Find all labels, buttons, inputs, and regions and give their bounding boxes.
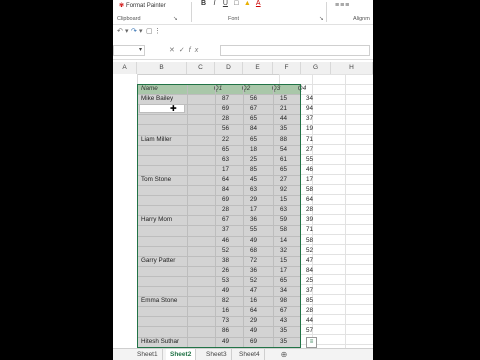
quick-access-toolbar: ↶ ▾ ↷ ▾ ▢ ⋮ bbox=[113, 25, 373, 39]
dropdown-icon[interactable]: ▾ bbox=[125, 27, 129, 35]
borders-icon[interactable]: □ bbox=[232, 0, 241, 7]
sheet-tab-3[interactable]: Sheet3 bbox=[202, 349, 232, 360]
quick-analysis-icon[interactable]: ≡ bbox=[306, 337, 317, 348]
clipboard-launcher-icon[interactable]: ↘ bbox=[173, 16, 178, 22]
font-color-button[interactable]: A bbox=[254, 0, 263, 7]
add-sheet-icon[interactable]: ⊕ bbox=[279, 349, 289, 360]
sheet-tab-4[interactable]: Sheet4 bbox=[235, 349, 265, 360]
underline-button[interactable]: U bbox=[221, 0, 230, 7]
sheet-tabs-bar: Sheet1 Sheet2 Sheet3 Sheet4 ⊕ bbox=[113, 348, 373, 360]
column-header-a[interactable]: A bbox=[113, 62, 137, 74]
formula-input[interactable] bbox=[220, 45, 370, 56]
formula-bar: ▾ ✕✓fx bbox=[113, 43, 373, 60]
paintbrush-icon: ✾ bbox=[119, 3, 125, 9]
fill-color-icon[interactable]: ▲ bbox=[243, 0, 252, 7]
bold-button[interactable]: B bbox=[199, 0, 208, 7]
ribbon: ✾ Format Painter B I U □ ▲ A ≡≡≡ Clipboar… bbox=[113, 0, 373, 25]
ribbon-separator bbox=[191, 2, 192, 22]
column-header-c[interactable]: C bbox=[187, 62, 215, 74]
column-header-b[interactable]: B bbox=[137, 62, 187, 74]
ribbon-separator bbox=[326, 2, 327, 22]
column-header-h[interactable]: H bbox=[331, 62, 373, 74]
italic-button[interactable]: I bbox=[210, 0, 219, 7]
document-icon[interactable]: ▢ bbox=[146, 27, 153, 35]
undo-icon[interactable]: ↶ bbox=[117, 27, 123, 35]
format-painter-button[interactable]: ✾ Format Painter bbox=[119, 2, 166, 9]
formula-buttons: ✕✓fx bbox=[169, 46, 202, 54]
column-header-f[interactable]: F bbox=[273, 62, 301, 74]
excel-window: ✾ Format Painter B I U □ ▲ A ≡≡≡ Clipboar… bbox=[113, 0, 373, 360]
alignment-group-label: Alignm bbox=[353, 16, 370, 22]
font-group-label: Font bbox=[228, 16, 240, 22]
dropdown-icon[interactable]: ▾ bbox=[139, 27, 143, 35]
column-header-e[interactable]: E bbox=[243, 62, 273, 74]
customize-toolbar-icon[interactable]: ⋮ bbox=[154, 27, 161, 35]
font-format-buttons: B I U □ ▲ A bbox=[199, 0, 263, 7]
column-header-d[interactable]: D bbox=[215, 62, 243, 74]
clipboard-group-label: Clipboard bbox=[117, 16, 141, 22]
redo-icon[interactable]: ↷ bbox=[131, 27, 137, 35]
cancel-icon[interactable]: ✕ bbox=[169, 47, 179, 54]
enter-icon[interactable]: ✓ bbox=[179, 47, 189, 54]
selection-border bbox=[137, 84, 301, 348]
name-box[interactable]: ▾ bbox=[113, 45, 145, 56]
sheet-tab-2[interactable]: Sheet2 bbox=[166, 349, 197, 360]
font-launcher-icon[interactable]: ↘ bbox=[319, 16, 324, 22]
format-painter-label: Format Painter bbox=[126, 3, 166, 9]
column-header-g[interactable]: G bbox=[301, 62, 331, 74]
row-header-column bbox=[113, 74, 138, 348]
sheet-tab-1[interactable]: Sheet1 bbox=[133, 349, 163, 360]
fx-button[interactable]: fx bbox=[189, 47, 202, 54]
alignment-icons[interactable]: ≡≡≡ bbox=[335, 2, 350, 9]
